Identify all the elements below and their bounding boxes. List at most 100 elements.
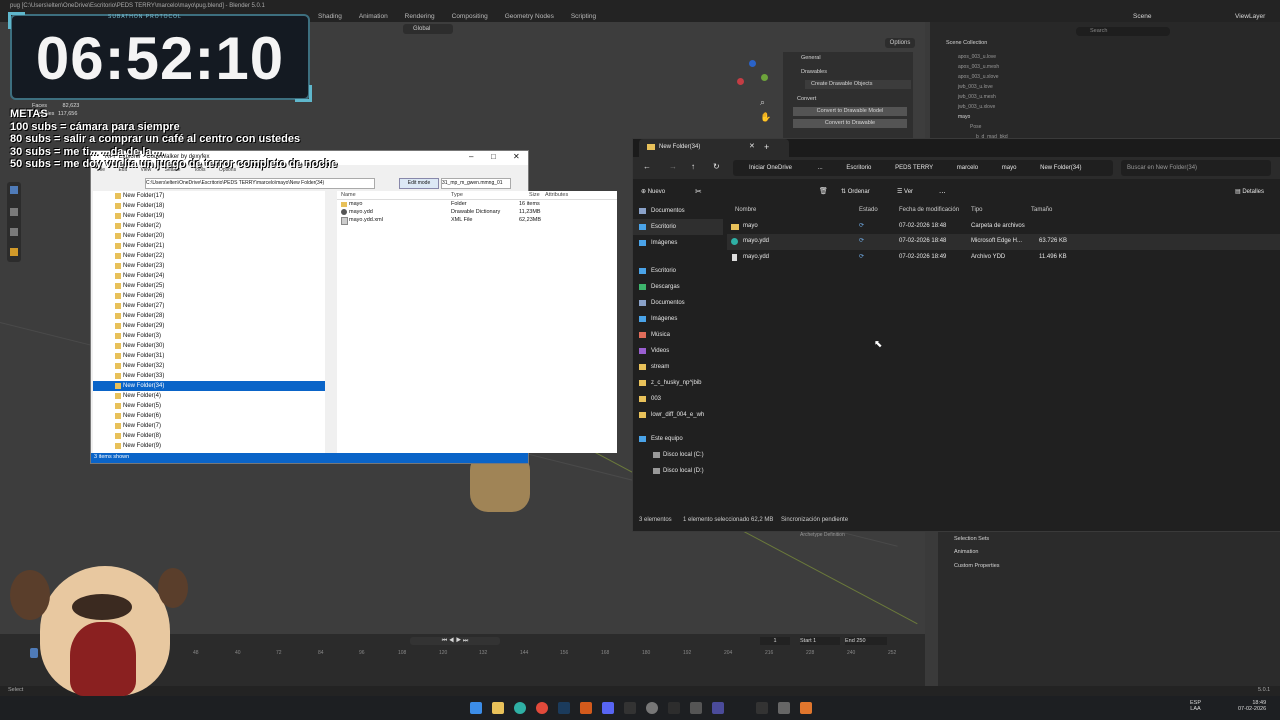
col-tamano[interactable]: Tamaño [1031, 203, 1052, 219]
nav-item[interactable]: Música [633, 327, 723, 343]
tree-item[interactable]: New Folder(30) [93, 341, 325, 351]
scene-collection[interactable]: Scene Collection [946, 40, 987, 46]
z-axis-icon[interactable] [749, 60, 756, 67]
tab-geometry-nodes[interactable]: Geometry Nodes [505, 13, 554, 20]
outliner-item[interactable]: apos_003_u.xlove [958, 72, 1008, 82]
pan-hand-icon[interactable]: ✋ [760, 112, 771, 123]
tree-item[interactable]: New Folder(24) [93, 271, 325, 281]
panel-convert[interactable]: Convert [797, 96, 816, 102]
view-button[interactable]: ☰ Ver [897, 188, 913, 195]
custom-properties-panel[interactable]: Custom Properties [954, 563, 1000, 569]
col-nombre[interactable]: Nombre [735, 203, 756, 219]
col-name[interactable]: Name [341, 191, 356, 199]
blender-icon[interactable] [800, 702, 812, 714]
select-tool-icon[interactable] [10, 186, 18, 194]
breadcrumb-item[interactable]: ... [818, 165, 823, 171]
panel-general[interactable]: General [801, 55, 821, 61]
tab-shading[interactable]: Shading [318, 13, 342, 20]
edit-mode-button[interactable]: Edit mode [399, 178, 439, 189]
outliner-search[interactable]: Search [1076, 27, 1170, 36]
y-axis-icon[interactable] [761, 74, 768, 81]
col-estado[interactable]: Estado [859, 203, 878, 219]
tab-close-icon[interactable]: ✕ [749, 142, 755, 150]
file-row[interactable]: mayo.ydd.xml XML File 62,23MB [337, 216, 617, 225]
nav-item[interactable]: Documentos [633, 203, 723, 219]
end-frame-field[interactable]: End 250 [845, 637, 887, 645]
start-icon[interactable] [470, 702, 482, 714]
notepad-icon[interactable] [756, 702, 768, 714]
refresh-icon[interactable]: ↻ [713, 162, 720, 171]
back-arrow-icon[interactable]: ← [643, 162, 651, 171]
up-arrow-icon[interactable]: ↑ [691, 162, 695, 171]
col-type[interactable]: Type [451, 191, 463, 199]
discord-icon[interactable] [602, 702, 614, 714]
convert-to-drawable-button[interactable]: Convert to Drawable [793, 119, 907, 128]
tree-item[interactable]: New Folder(33) [93, 371, 325, 381]
orientation-dropdown[interactable]: Global [403, 24, 453, 34]
tree-item[interactable]: New Folder(19) [93, 211, 325, 221]
explorer-search-input[interactable]: Buscar en New Folder(34) [1121, 160, 1271, 176]
tree-item[interactable]: New Folder(25) [93, 281, 325, 291]
tab-animation[interactable]: Animation [359, 13, 388, 20]
forward-arrow-icon[interactable]: → [669, 162, 677, 171]
tree-item[interactable]: New Folder(17) [93, 191, 325, 201]
nav-item[interactable]: Escritorio [633, 263, 723, 279]
app-icon[interactable] [580, 702, 592, 714]
app-icon[interactable] [668, 702, 680, 714]
col-size[interactable]: Size [529, 191, 540, 199]
outliner-item-mayo[interactable]: mayo [958, 112, 1008, 122]
file-row[interactable]: mayo.ydd ⟳ 07-02-2026 18:49 Archivo YDD … [727, 250, 1280, 266]
language-indicator[interactable]: ESP LAA [1190, 700, 1201, 712]
annotate-tool-icon[interactable] [10, 248, 18, 256]
nav-item[interactable]: Este equipo [633, 431, 723, 447]
tree-item[interactable]: New Folder(28) [93, 311, 325, 321]
settings-icon[interactable] [646, 702, 658, 714]
col-attributes[interactable]: Attributes [545, 191, 568, 199]
navigation-gizmo[interactable] [735, 60, 771, 96]
breadcrumb-item[interactable]: marcelo [957, 165, 978, 171]
scale-tool-icon[interactable] [10, 228, 18, 236]
file-row[interactable]: mayo Folder 16 items [337, 200, 617, 208]
outliner-item-pose[interactable]: Pose [958, 122, 1008, 132]
tree-item[interactable]: New Folder(6) [93, 411, 325, 421]
nav-item[interactable]: Documentos [633, 295, 723, 311]
nav-item[interactable]: Disco local (C:) [633, 447, 723, 463]
app-icon[interactable] [712, 702, 724, 714]
maximize-button[interactable]: □ [491, 152, 496, 161]
scene-selector[interactable]: Scene [1133, 13, 1151, 20]
nav-item-selected[interactable]: Escritorio [633, 219, 723, 235]
col-tipo[interactable]: Tipo [971, 203, 982, 219]
close-button[interactable]: ✕ [513, 152, 520, 161]
selection-sets-panel[interactable]: Selection Sets [954, 536, 989, 542]
codewalker-path-input[interactable]: C:\Users\elten\OneDrive\Escritorio\PEDS … [145, 178, 375, 189]
tree-item[interactable]: New Folder(29) [93, 321, 325, 331]
nav-item[interactable]: z_c_husky_np^jbib [633, 375, 723, 391]
more-options-button[interactable]: ... [939, 186, 946, 195]
options-button[interactable]: Options [885, 38, 915, 48]
view-layer-selector[interactable]: ViewLayer [1235, 13, 1265, 20]
new-tab-button[interactable]: + [764, 142, 769, 152]
obs-icon[interactable] [624, 702, 636, 714]
tab-rendering[interactable]: Rendering [405, 13, 435, 20]
convert-to-drawable-model-button[interactable]: Convert to Drawable Model [793, 107, 907, 116]
nav-item[interactable]: Videos [633, 343, 723, 359]
tree-item[interactable]: New Folder(4) [93, 391, 325, 401]
tree-item[interactable]: New Folder(9) [93, 441, 325, 451]
details-button[interactable]: ▤ Detalles [1235, 188, 1264, 195]
move-tool-icon[interactable] [10, 208, 18, 216]
file-row-selected[interactable]: mayo.ydd ⟳ 07-02-2026 18:48 Microsoft Ed… [727, 234, 1280, 250]
zoom-icon[interactable]: ⌕ [760, 97, 765, 108]
tree-item[interactable]: New Folder(3) [93, 331, 325, 341]
breadcrumb-item[interactable]: PEDS TERRY [895, 165, 933, 171]
current-frame-field[interactable]: 1 [760, 637, 790, 645]
tree-item[interactable]: New Folder(23) [93, 261, 325, 271]
outliner-item[interactable]: jwb_003_u.love [958, 82, 1008, 92]
tree-item[interactable]: New Folder(21) [93, 241, 325, 251]
tree-item[interactable]: New Folder(7) [93, 421, 325, 431]
nav-item[interactable]: Imágenes [633, 235, 723, 251]
chrome-icon[interactable] [536, 702, 548, 714]
tree-item[interactable]: New Folder(31) [93, 351, 325, 361]
col-fecha[interactable]: Fecha de modificación [899, 203, 959, 219]
app-icon[interactable] [690, 702, 702, 714]
x-axis-icon[interactable] [737, 78, 744, 85]
